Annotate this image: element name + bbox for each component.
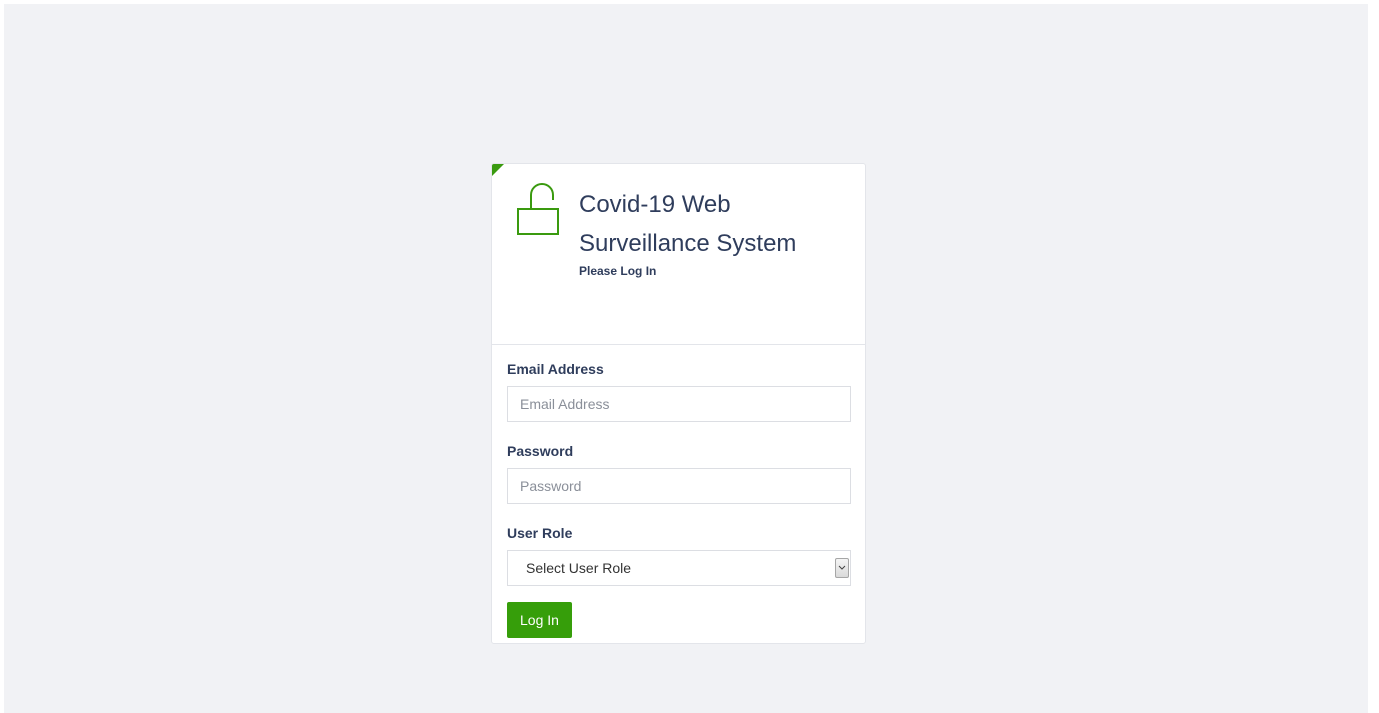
email-field[interactable]: [507, 386, 851, 422]
card-header: Covid-19 Web Surveillance System Please …: [492, 164, 865, 345]
password-label: Password: [507, 443, 574, 459]
app-title: Covid-19 Web Surveillance System: [579, 191, 797, 257]
password-field[interactable]: [507, 468, 851, 504]
user-role-selected-value: Select User Role: [526, 560, 632, 576]
user-role-label: User Role: [507, 525, 573, 541]
login-subtitle: Please Log In: [579, 264, 657, 278]
chevron-down-icon[interactable]: [835, 558, 849, 578]
lock-open-icon: [516, 180, 562, 238]
email-label: Email Address: [507, 361, 604, 377]
user-role-select[interactable]: Select User Role: [507, 550, 851, 586]
login-button[interactable]: Log In: [507, 602, 572, 638]
login-card: Covid-19 Web Surveillance System Please …: [491, 163, 866, 644]
login-form: Email Address Password User Role Select …: [507, 360, 851, 638]
